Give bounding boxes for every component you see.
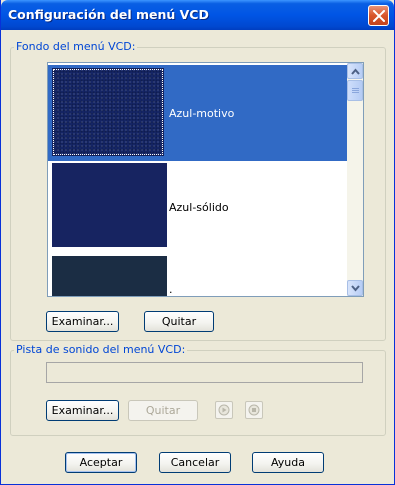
swatch-thumbnail bbox=[52, 68, 164, 156]
close-icon bbox=[373, 10, 385, 22]
title-bar[interactable]: Configuración del menú VCD bbox=[1, 0, 394, 30]
scroll-up-button[interactable] bbox=[347, 63, 363, 79]
play-icon bbox=[218, 404, 230, 416]
background-remove-button[interactable]: Quitar bbox=[144, 311, 214, 332]
cancel-button[interactable]: Cancelar bbox=[159, 452, 231, 473]
stop-icon bbox=[248, 404, 260, 416]
help-button[interactable]: Ayuda bbox=[252, 452, 324, 473]
play-button bbox=[215, 401, 233, 419]
soundtrack-path-field bbox=[46, 362, 363, 383]
scroll-thumb[interactable] bbox=[347, 80, 363, 101]
list-item[interactable]: Azul-sólido bbox=[48, 161, 348, 249]
background-browse-button[interactable]: Examinar... bbox=[46, 311, 119, 332]
chevron-down-icon bbox=[351, 285, 360, 292]
list-item-label: Azul-motivo bbox=[169, 107, 235, 120]
soundtrack-remove-button: Quitar bbox=[128, 400, 198, 421]
soundtrack-browse-button[interactable]: Examinar... bbox=[46, 400, 119, 421]
soundtrack-group-label: Pista de sonido del menú VCD: bbox=[14, 343, 188, 356]
swatch-thumbnail bbox=[52, 163, 167, 247]
chevron-up-icon bbox=[351, 68, 360, 75]
swatch-thumbnail bbox=[52, 256, 167, 296]
list-item[interactable]: . bbox=[48, 253, 348, 296]
list-item[interactable]: Azul-motivo bbox=[48, 65, 348, 161]
list-item-label: . bbox=[169, 283, 173, 296]
focus-rectangle bbox=[53, 69, 163, 155]
close-button[interactable] bbox=[368, 5, 389, 26]
dialog-window: Configuración del menú VCD Fondo del men… bbox=[0, 0, 395, 485]
dialog-title: Configuración del menú VCD bbox=[8, 7, 209, 22]
background-list[interactable]: Azul-motivo Azul-sólido . bbox=[47, 62, 364, 297]
vertical-scrollbar[interactable] bbox=[347, 63, 363, 296]
scroll-down-button[interactable] bbox=[347, 280, 363, 296]
ok-button[interactable]: Aceptar bbox=[65, 452, 137, 473]
background-group-label: Fondo del menú VCD: bbox=[14, 40, 138, 53]
stop-button bbox=[245, 401, 263, 419]
list-item-label: Azul-sólido bbox=[169, 201, 229, 214]
